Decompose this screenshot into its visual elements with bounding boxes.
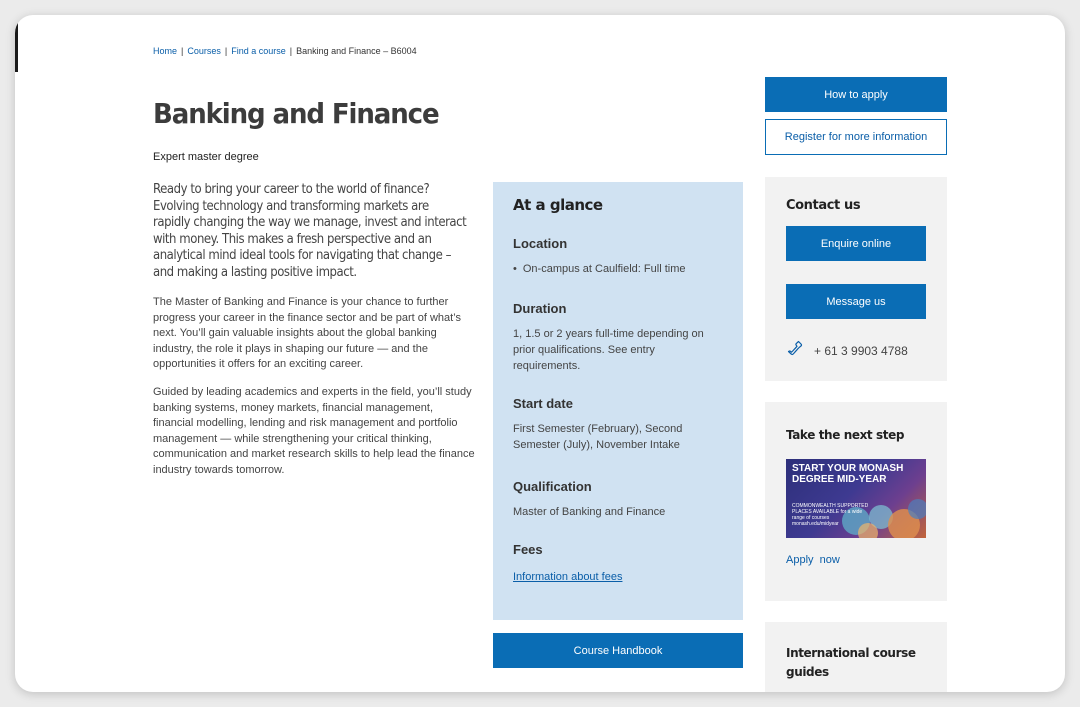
phone-number: + 61 3 9903 4788 bbox=[814, 343, 908, 358]
contact-heading: Contact us bbox=[786, 198, 861, 213]
glance-heading: At a glance bbox=[513, 196, 603, 214]
qualification-text: Master of Banking and Finance bbox=[513, 506, 666, 518]
midyear-promo-banner[interactable]: START YOUR MONASH DEGREE MID-YEAR COMMON… bbox=[786, 459, 926, 538]
location-item: On-campus at Caulfield: Full time bbox=[513, 261, 723, 277]
breadcrumb-find-course-link[interactable]: Find a course bbox=[231, 46, 286, 56]
course-handbook-button[interactable]: Course Handbook bbox=[493, 633, 743, 668]
course-intro: Ready to bring your career to the world … bbox=[153, 182, 467, 280]
duration-text: 1, 1.5 or 2 years full-time depending on… bbox=[513, 328, 704, 372]
start-date-text: First Semester (February), Second Semest… bbox=[513, 423, 683, 451]
fees-heading: Fees bbox=[513, 542, 543, 557]
course-paragraph: Guided by leading academics and experts … bbox=[153, 386, 475, 476]
location-heading: Location bbox=[513, 236, 568, 251]
apply-now-link[interactable]: Apply now bbox=[786, 554, 840, 566]
breadcrumb-separator: | bbox=[181, 46, 184, 56]
breadcrumb-current: Banking and Finance – B6004 bbox=[296, 46, 417, 56]
location-list: On-campus at Caulfield: Full time bbox=[513, 261, 723, 277]
at-a-glance-panel: At a glance Location On-campus at Caulfi… bbox=[493, 182, 743, 620]
window-edge-bar bbox=[15, 19, 18, 72]
course-paragraph: The Master of Banking and Finance is you… bbox=[153, 296, 461, 370]
register-info-button[interactable]: Register for more information bbox=[765, 119, 947, 155]
start-date-heading: Start date bbox=[513, 396, 573, 411]
breadcrumb-separator: | bbox=[289, 46, 293, 56]
international-guides-card: International course guides bbox=[765, 622, 947, 692]
promo-subtext: COMMONWEALTH SUPPORTED PLACES AVAILABLE … bbox=[792, 503, 869, 527]
course-subtitle: Expert master degree bbox=[153, 151, 259, 163]
duration-heading: Duration bbox=[513, 301, 567, 316]
qualification-heading: Qualification bbox=[513, 479, 592, 494]
phone-icon bbox=[786, 339, 804, 362]
page-title: Banking and Finance bbox=[153, 97, 440, 130]
message-us-button[interactable]: Message us bbox=[786, 284, 926, 319]
breadcrumb-courses-link[interactable]: Courses bbox=[187, 46, 221, 56]
next-step-card: Take the next step START YOUR MONASH DEG… bbox=[765, 402, 947, 601]
next-step-heading: Take the next step bbox=[786, 428, 905, 442]
contact-card: Contact us Enquire online Message us + 6… bbox=[765, 177, 947, 381]
breadcrumb: Home | Courses | Find a course | Banking and F… bbox=[153, 46, 417, 56]
breadcrumb-home-link[interactable]: Home bbox=[153, 46, 177, 56]
fees-link[interactable]: Information about fees bbox=[513, 571, 622, 583]
how-to-apply-button[interactable]: How to apply bbox=[765, 77, 947, 112]
enquire-online-button[interactable]: Enquire online bbox=[786, 226, 926, 261]
phone-contact[interactable]: + 61 3 9903 4788 bbox=[786, 339, 908, 362]
breadcrumb-separator: | bbox=[224, 46, 228, 56]
browser-window: Home | Courses | Find a course | Banking and F… bbox=[15, 15, 1065, 692]
promo-title: START YOUR MONASH DEGREE MID-YEAR bbox=[792, 463, 904, 485]
international-guides-heading: International course guides bbox=[786, 646, 916, 679]
